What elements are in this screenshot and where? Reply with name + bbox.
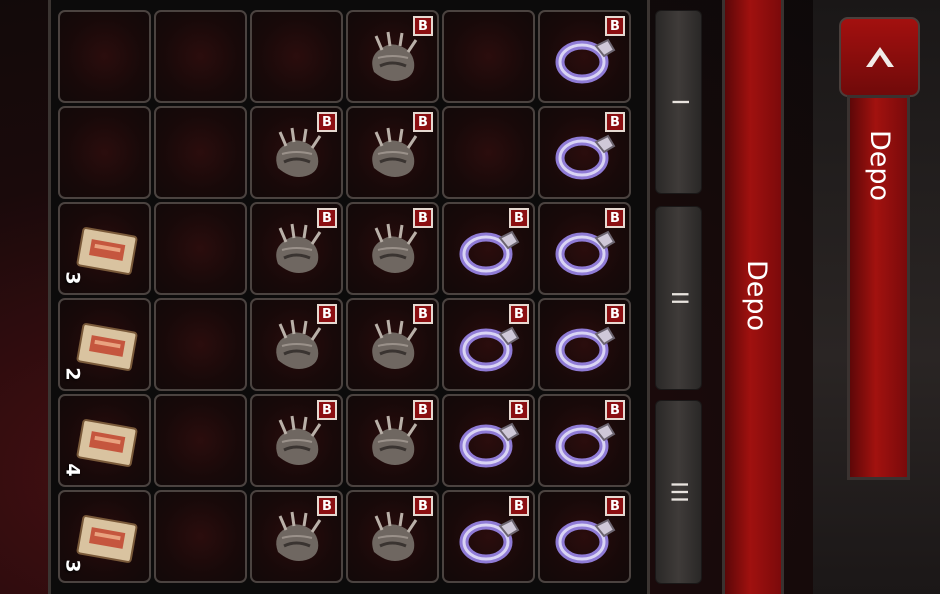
inventory-slot[interactable]: B [346, 106, 439, 199]
bound-badge: B [509, 208, 529, 228]
inventory-slot[interactable]: B [538, 10, 631, 103]
bound-badge: B [605, 304, 625, 324]
inventory-slot[interactable]: B [442, 490, 535, 583]
bound-badge: B [509, 400, 529, 420]
inventory-slot[interactable]: B [538, 490, 631, 583]
bound-badge: B [317, 496, 337, 516]
inventory-slot[interactable] [250, 10, 343, 103]
bound-badge: B [413, 400, 433, 420]
inventory-slot[interactable] [154, 298, 247, 391]
inventory-slot[interactable]: B [346, 394, 439, 487]
inventory-slot[interactable]: B [538, 394, 631, 487]
tab-page-3-label: III [666, 480, 691, 504]
inventory-slot[interactable]: B [538, 106, 631, 199]
bound-badge: B [317, 304, 337, 324]
inventory-slot[interactable] [442, 106, 535, 199]
inventory-slot[interactable] [58, 106, 151, 199]
bound-badge: B [413, 496, 433, 516]
inventory-slot[interactable]: B [442, 202, 535, 295]
inventory-slot[interactable]: 3 [58, 490, 151, 583]
inventory-grid: B B B B B 3 B B B B 2 B B B B 4 B B B B 3 B B B B [58, 10, 631, 583]
inventory-slot[interactable]: B [538, 202, 631, 295]
inventory-slot[interactable]: 4 [58, 394, 151, 487]
inventory-slot[interactable]: B [250, 394, 343, 487]
inventory-slot[interactable] [154, 394, 247, 487]
stack-count: 4 [61, 463, 84, 477]
bound-badge: B [605, 16, 625, 36]
bound-badge: B [509, 496, 529, 516]
deposit-bar[interactable]: Depo [722, 0, 784, 594]
inventory-slot[interactable]: B [250, 298, 343, 391]
stack-count: 3 [61, 559, 84, 573]
inventory-slot[interactable] [154, 106, 247, 199]
side-deposit-bar[interactable]: Depo [847, 95, 910, 480]
inventory-slot[interactable]: 2 [58, 298, 151, 391]
stack-count: 3 [61, 271, 84, 285]
inventory-slot[interactable]: B [442, 298, 535, 391]
inventory-slot[interactable] [154, 10, 247, 103]
inventory-slot[interactable]: B [346, 10, 439, 103]
bound-badge: B [413, 304, 433, 324]
bound-badge: B [605, 112, 625, 132]
inventory-slot[interactable] [442, 10, 535, 103]
deposit-bar-label: Depo [741, 259, 773, 332]
tab-page-2[interactable]: II [655, 206, 702, 390]
inventory-slot[interactable]: B [250, 202, 343, 295]
bound-badge: B [413, 16, 433, 36]
inventory-slot[interactable] [154, 202, 247, 295]
bound-badge: B [317, 112, 337, 132]
bound-badge: B [317, 400, 337, 420]
bound-badge: B [509, 304, 529, 324]
bound-badge: B [605, 496, 625, 516]
tab-page-3[interactable]: III [655, 400, 702, 584]
stack-count: 2 [61, 367, 84, 381]
tab-page-1-label: I [666, 98, 691, 106]
bound-badge: B [317, 208, 337, 228]
inventory-slot[interactable]: B [442, 394, 535, 487]
inventory-slot[interactable]: B [346, 202, 439, 295]
inventory-slot[interactable] [154, 490, 247, 583]
inventory-slot[interactable]: B [538, 298, 631, 391]
tab-page-1[interactable]: I [655, 10, 702, 194]
collapse-button[interactable] [839, 17, 920, 97]
inventory-slot[interactable]: B [250, 490, 343, 583]
inventory-slot[interactable]: B [250, 106, 343, 199]
chevron-up-icon [865, 47, 894, 67]
bound-badge: B [605, 400, 625, 420]
inventory-slot[interactable]: B [346, 298, 439, 391]
bound-badge: B [605, 208, 625, 228]
inventory-slot[interactable]: B [346, 490, 439, 583]
bound-badge: B [413, 112, 433, 132]
tab-page-2-label: II [665, 290, 691, 306]
side-deposit-label: Depo [864, 129, 896, 202]
inventory-slot[interactable] [58, 10, 151, 103]
bound-badge: B [413, 208, 433, 228]
inventory-slot[interactable]: 3 [58, 202, 151, 295]
